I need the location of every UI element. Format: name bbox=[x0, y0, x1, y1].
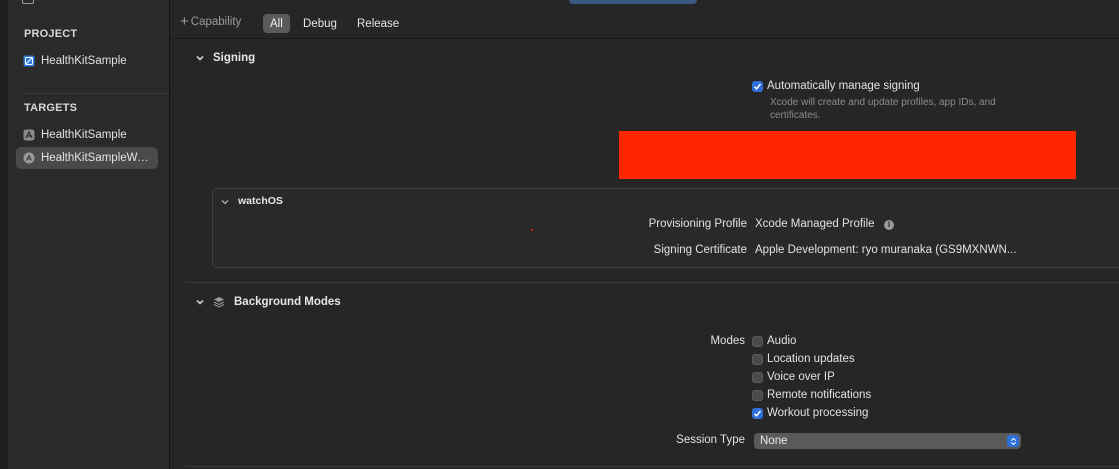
segment-all[interactable]: All bbox=[263, 14, 290, 33]
window-control-icon bbox=[22, 0, 34, 4]
mode-workout-processing-checkbox[interactable] bbox=[752, 408, 763, 419]
provisioning-profile-value: Xcode Managed Profile bbox=[755, 218, 875, 230]
signing-section-title: Signing bbox=[213, 52, 256, 64]
sidebar-item-label: HealthKitSample bbox=[41, 55, 127, 67]
sidebar: PROJECT HealthKitSample TARGETS HealthKi… bbox=[8, 0, 170, 469]
mode-voip-checkbox[interactable] bbox=[752, 372, 763, 383]
checkmark-icon bbox=[753, 410, 762, 417]
session-type-select[interactable]: None bbox=[754, 433, 1021, 449]
session-type-value: None bbox=[760, 435, 788, 447]
chevron-down-icon[interactable] bbox=[195, 53, 205, 63]
mode-location-updates-checkbox[interactable] bbox=[752, 354, 763, 365]
add-capability-button[interactable]: + Capability bbox=[180, 13, 242, 30]
session-type-label: Session Type bbox=[676, 434, 745, 446]
mode-remote-notifications-checkbox[interactable] bbox=[752, 390, 763, 401]
watch-target-icon bbox=[23, 152, 35, 164]
background-modes-title: Background Modes bbox=[234, 296, 341, 308]
xcode-project-icon bbox=[23, 55, 35, 67]
section-divider bbox=[186, 466, 1119, 467]
section-divider bbox=[186, 282, 1119, 283]
mode-audio-checkbox[interactable] bbox=[752, 336, 763, 347]
chevron-down-icon[interactable] bbox=[195, 297, 205, 307]
mode-workout-processing-label: Workout processing bbox=[767, 407, 869, 419]
chevron-up-down-icon bbox=[1007, 435, 1019, 447]
signing-certificate-label: Signing Certificate bbox=[653, 244, 747, 256]
auto-manage-signing-description-line1: Xcode will create and update profiles, a… bbox=[770, 97, 996, 108]
plus-icon: + bbox=[180, 13, 189, 30]
checkmark-icon bbox=[753, 83, 762, 90]
redacted-region bbox=[619, 131, 1076, 179]
app-target-icon bbox=[23, 129, 35, 141]
auto-manage-signing-description-line2: certificates. bbox=[770, 110, 821, 121]
info-icon[interactable]: i bbox=[884, 220, 894, 230]
mode-voip-label: Voice over IP bbox=[767, 371, 835, 383]
mode-audio-label: Audio bbox=[767, 335, 797, 347]
provisioning-profile-label: Provisioning Profile bbox=[648, 218, 747, 230]
targets-header: TARGETS bbox=[24, 102, 78, 114]
mode-location-updates-label: Location updates bbox=[767, 353, 855, 365]
segment-release[interactable]: Release bbox=[350, 14, 406, 33]
watchos-signing-box: watchOS Provisioning Profile Xcode Manag… bbox=[212, 188, 1119, 268]
main-content: + Capability All Debug Release Signing A… bbox=[170, 0, 1119, 469]
watchos-title: watchOS bbox=[238, 195, 283, 207]
project-header: PROJECT bbox=[24, 28, 78, 40]
sidebar-item-project[interactable]: HealthKitSample bbox=[16, 50, 158, 72]
add-capability-label: Capability bbox=[190, 16, 242, 28]
auto-manage-signing-label: Automatically manage signing bbox=[767, 80, 920, 92]
auto-manage-signing-checkbox[interactable] bbox=[752, 81, 763, 92]
signing-certificate-value[interactable]: Apple Development: ryo muranaka (GS9MXNW… bbox=[755, 244, 1016, 256]
red-dot-mark bbox=[531, 229, 533, 231]
active-tab-indicator bbox=[569, 0, 697, 4]
sidebar-item-label: HealthKitSampleWa... bbox=[41, 152, 153, 164]
sidebar-item-target-watch[interactable]: HealthKitSampleWa... bbox=[16, 147, 158, 169]
sidebar-divider bbox=[24, 93, 169, 94]
chevron-down-icon[interactable] bbox=[220, 197, 230, 207]
modes-label: Modes bbox=[710, 335, 745, 347]
sidebar-item-label: HealthKitSample bbox=[41, 129, 127, 141]
sidebar-item-target-app[interactable]: HealthKitSample bbox=[16, 124, 158, 146]
capability-toolbar: + Capability All Debug Release bbox=[170, 0, 1119, 39]
segment-debug[interactable]: Debug bbox=[296, 14, 344, 33]
mode-remote-notifications-label: Remote notifications bbox=[767, 389, 872, 401]
background-modes-icon bbox=[213, 297, 225, 308]
